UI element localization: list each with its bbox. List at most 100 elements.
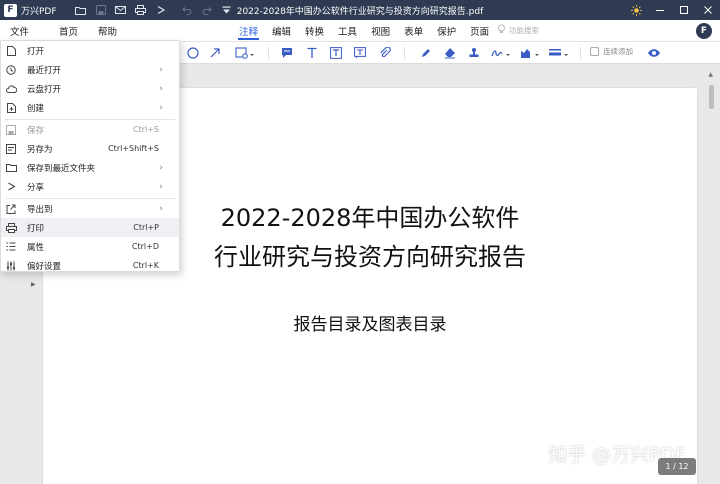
submenu-arrow-icon: › bbox=[159, 64, 163, 75]
menu-home[interactable]: 首页 bbox=[49, 20, 88, 42]
settings-icon bbox=[1, 261, 21, 271]
measure-dropdown-icon[interactable] bbox=[520, 45, 542, 61]
theme-sun-icon[interactable] bbox=[624, 0, 648, 20]
continuous-add-label: 连续添加 bbox=[603, 47, 633, 56]
ribbon-tabs: 注释 编辑 转换 工具 视图 表单 保护 页面 bbox=[232, 20, 496, 42]
text-tool-icon[interactable] bbox=[305, 45, 319, 61]
eraser-tool-icon[interactable] bbox=[443, 45, 457, 61]
undo-icon[interactable] bbox=[177, 0, 197, 20]
circle-tool-icon[interactable] bbox=[186, 45, 200, 61]
tab-protect[interactable]: 保护 bbox=[430, 20, 463, 42]
file-menu-label: 保存 bbox=[27, 125, 45, 136]
file-menu-shortcut: Ctrl+D bbox=[131, 242, 159, 251]
scroll-up-arrow-icon[interactable]: ▲ bbox=[708, 71, 713, 78]
app-name: 万兴PDF bbox=[21, 6, 57, 17]
customize-dropdown-icon[interactable] bbox=[217, 0, 237, 20]
export-icon bbox=[1, 204, 21, 214]
file-menu-save-to-recent-folder[interactable]: 保存到最近文件夹 › bbox=[1, 158, 179, 177]
share-icon[interactable] bbox=[151, 0, 171, 20]
print-icon bbox=[1, 222, 21, 233]
email-icon[interactable] bbox=[111, 0, 131, 20]
menu-file[interactable]: 文件 bbox=[0, 20, 39, 42]
file-menu-dropdown: 打开 最近打开 › 云盘打开 › 创建 › 保存 Ctrl+S 另存为 Ctrl… bbox=[0, 40, 180, 272]
page-counter: 1 / 12 bbox=[658, 458, 696, 475]
feature-search[interactable]: 功能搜索 bbox=[497, 24, 539, 36]
window-controls bbox=[624, 0, 720, 20]
file-menu-preferences[interactable]: 偏好设置 Ctrl+K bbox=[1, 256, 179, 275]
file-menu-label: 保存到最近文件夹 bbox=[27, 163, 96, 174]
vertical-scrollbar[interactable]: ▲ bbox=[698, 65, 720, 484]
clock-icon bbox=[1, 64, 21, 75]
submenu-arrow-icon: › bbox=[159, 83, 163, 94]
file-menu-label: 创建 bbox=[27, 103, 45, 114]
file-menu-share[interactable]: 分享 › bbox=[1, 177, 179, 196]
menu-help[interactable]: 帮助 bbox=[88, 20, 127, 42]
file-menu-save-as[interactable]: 另存为 Ctrl+Shift+S bbox=[1, 139, 179, 158]
expand-panel-arrow-icon[interactable]: ▶ bbox=[31, 281, 36, 288]
file-menu-label: 另存为 bbox=[27, 144, 53, 155]
toolbar-separator bbox=[268, 47, 269, 59]
file-menu-save: 保存 Ctrl+S bbox=[1, 120, 179, 139]
callout-tool-icon[interactable] bbox=[353, 45, 367, 61]
toolbar-separator bbox=[404, 47, 405, 59]
stamp-tool-icon[interactable] bbox=[467, 45, 481, 61]
file-menu-print[interactable]: 打印 Ctrl+P bbox=[1, 218, 179, 237]
maximize-icon[interactable] bbox=[672, 0, 696, 20]
tab-annotate[interactable]: 注释 bbox=[232, 20, 265, 42]
submenu-arrow-icon: › bbox=[159, 162, 163, 173]
tab-convert[interactable]: 转换 bbox=[298, 20, 331, 42]
tab-view[interactable]: 视图 bbox=[364, 20, 397, 42]
line-width-dropdown-icon[interactable] bbox=[548, 45, 570, 61]
pencil-tool-icon[interactable] bbox=[419, 45, 433, 61]
file-menu-label: 最近打开 bbox=[27, 65, 62, 76]
minimize-icon[interactable] bbox=[648, 0, 672, 20]
tab-tools[interactable]: 工具 bbox=[331, 20, 364, 42]
save-as-icon bbox=[1, 143, 21, 154]
feature-search-placeholder: 功能搜索 bbox=[509, 25, 539, 35]
properties-icon bbox=[1, 242, 21, 251]
file-menu-create[interactable]: 创建 › bbox=[1, 98, 179, 117]
file-menu-recent[interactable]: 最近打开 › bbox=[1, 60, 179, 79]
file-menu-properties[interactable]: 属性 Ctrl+D bbox=[1, 237, 179, 256]
file-menu-label: 云盘打开 bbox=[27, 84, 62, 95]
file-menu-shortcut: Ctrl+K bbox=[132, 261, 159, 270]
quick-access-toolbar bbox=[71, 0, 237, 20]
folder-icon bbox=[1, 163, 21, 172]
file-menu-label: 属性 bbox=[27, 242, 45, 253]
eye-icon[interactable] bbox=[646, 45, 662, 61]
save-icon bbox=[1, 124, 21, 135]
continuous-add-toggle[interactable]: 连续添加 bbox=[590, 46, 633, 57]
textbox-tool-icon[interactable] bbox=[329, 45, 343, 61]
arrow-tool-icon[interactable] bbox=[208, 45, 222, 61]
tab-page[interactable]: 页面 bbox=[463, 20, 496, 42]
shape-dropdown-icon[interactable] bbox=[234, 45, 256, 61]
scroll-thumb[interactable] bbox=[709, 85, 714, 109]
cloud-icon bbox=[1, 84, 21, 93]
file-menu-label: 分享 bbox=[27, 182, 45, 193]
close-icon[interactable] bbox=[696, 0, 720, 20]
user-avatar[interactable]: F bbox=[696, 23, 712, 39]
create-icon bbox=[1, 102, 21, 113]
lightbulb-icon bbox=[497, 24, 506, 36]
signature-dropdown-icon[interactable] bbox=[490, 45, 512, 61]
tab-form[interactable]: 表单 bbox=[397, 20, 430, 42]
attachment-tool-icon[interactable] bbox=[378, 45, 392, 61]
file-menu-open[interactable]: 打开 bbox=[1, 41, 179, 60]
file-menu-export[interactable]: 导出到 › bbox=[1, 199, 179, 218]
save-icon[interactable] bbox=[91, 0, 111, 20]
file-menu-shortcut: Ctrl+P bbox=[133, 223, 159, 232]
open-file-icon bbox=[1, 45, 21, 56]
submenu-arrow-icon: › bbox=[159, 203, 163, 214]
print-icon[interactable] bbox=[131, 0, 151, 20]
redo-icon[interactable] bbox=[197, 0, 217, 20]
continuous-add-checkbox[interactable] bbox=[590, 47, 599, 56]
submenu-arrow-icon: › bbox=[159, 181, 163, 192]
file-menu-label: 打印 bbox=[27, 223, 45, 234]
file-menu-shortcut: Ctrl+Shift+S bbox=[108, 144, 159, 153]
file-menu-cloud-open[interactable]: 云盘打开 › bbox=[1, 79, 179, 98]
comment-tool-icon[interactable] bbox=[280, 45, 294, 61]
folder-icon[interactable] bbox=[71, 0, 91, 20]
app-logo-icon: F bbox=[4, 3, 17, 17]
tab-edit[interactable]: 编辑 bbox=[265, 20, 298, 42]
file-menu-label: 导出到 bbox=[27, 204, 53, 215]
